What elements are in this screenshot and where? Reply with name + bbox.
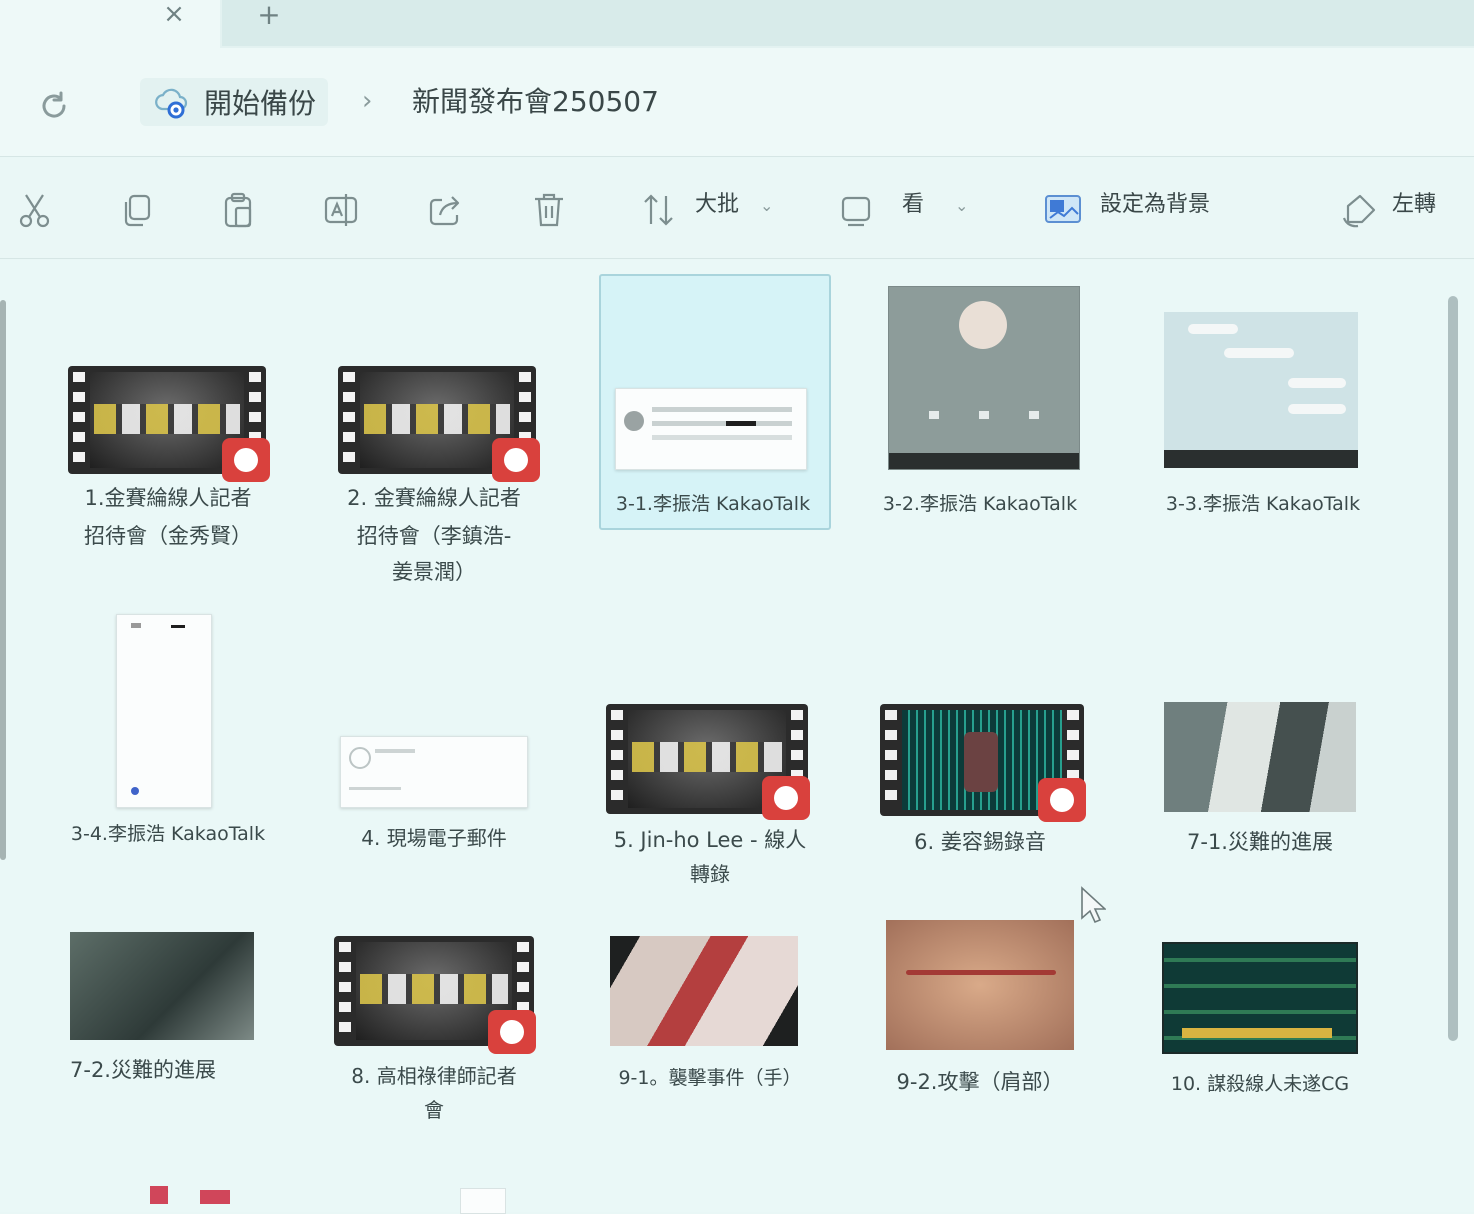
file-item[interactable]: 6. 姜容錫錄音	[860, 700, 1100, 870]
file-name: 招待會（金秀賢）	[84, 524, 252, 548]
file-name: 會	[424, 1098, 444, 1122]
delete-icon[interactable]	[530, 190, 568, 230]
video-thumbnail	[880, 704, 1086, 822]
image-thumbnail	[888, 286, 1080, 470]
file-name: 2. 金賽綸線人記者	[347, 486, 521, 510]
file-name: 姜景潤）	[392, 560, 476, 584]
file-item[interactable]: 3-3.李振浩 KakaoTalk	[1140, 280, 1386, 520]
view-chevron-down-icon[interactable]: ⌄	[955, 196, 968, 215]
video-thumbnail	[68, 366, 270, 482]
navigation-pane-edge	[0, 300, 6, 860]
image-thumbnail	[150, 1186, 168, 1204]
media-player-badge-icon	[762, 776, 810, 820]
file-item[interactable]: 4. 現場電子郵件	[306, 700, 562, 860]
set-background-button-label[interactable]: 設定為背景	[1100, 190, 1210, 220]
file-name: 5. Jin-ho Lee - 線人	[613, 828, 807, 852]
tab-strip-background	[222, 0, 1474, 46]
image-thumbnail	[1164, 312, 1358, 468]
file-item[interactable]: 3-2.李振浩 KakaoTalk	[860, 280, 1100, 520]
refresh-icon[interactable]	[38, 90, 70, 122]
image-thumbnail	[886, 920, 1074, 1050]
file-item-selected[interactable]: 3-1.李振浩 KakaoTalk	[599, 274, 827, 526]
rotate-left-icon[interactable]	[1340, 190, 1378, 230]
image-thumbnail	[340, 736, 528, 808]
sort-icon[interactable]	[640, 190, 678, 230]
view-icon[interactable]	[838, 190, 876, 230]
file-name: 3-1.李振浩 KakaoTalk	[615, 493, 811, 515]
file-item[interactable]	[140, 1180, 260, 1212]
media-player-badge-icon	[222, 438, 270, 482]
breadcrumb-root[interactable]: 開始備份	[140, 78, 329, 126]
file-item[interactable]: 9-2.攻擊（肩部）	[860, 916, 1100, 1106]
close-tab-icon[interactable]: ×	[160, 0, 188, 30]
paste-icon[interactable]	[220, 190, 258, 230]
video-thumbnail	[338, 366, 540, 482]
file-item[interactable]: 1.金賽綸線人記者 招待會（金秀賢）	[40, 360, 296, 560]
set-background-icon[interactable]	[1044, 190, 1084, 230]
media-player-badge-icon	[488, 1010, 536, 1054]
media-player-badge-icon	[1038, 778, 1086, 822]
breadcrumb-root-label: 開始備份	[204, 87, 317, 120]
tab-strip: × +	[0, 0, 1474, 48]
sort-chevron-down-icon[interactable]: ⌄	[760, 196, 773, 215]
file-name: 招待會（李鎮浩-	[356, 524, 512, 548]
file-name: 3-2.李振浩 KakaoTalk	[882, 493, 1078, 515]
file-item[interactable]: 3-4.李振浩 KakaoTalk	[40, 608, 296, 848]
media-player-badge-icon	[492, 438, 540, 482]
image-thumbnail	[200, 1190, 230, 1204]
cloud-backup-icon	[155, 88, 188, 119]
file-item[interactable]: 5. Jin-ho Lee - 線人 轉錄	[590, 700, 830, 900]
breadcrumb-separator: ›	[362, 86, 373, 116]
file-item[interactable]: 7-1.災難的進展	[1140, 700, 1380, 870]
file-item[interactable]	[380, 1186, 510, 1214]
file-name: 9-2.攻擊（肩部）	[896, 1070, 1064, 1094]
rename-icon[interactable]	[322, 190, 360, 230]
file-name: 7-1.災難的進展	[1187, 830, 1333, 854]
file-name: 3-4.李振浩 KakaoTalk	[70, 823, 266, 845]
file-item[interactable]: 7-2.災難的進展	[40, 930, 286, 1100]
file-item[interactable]: 2. 金賽綸線人記者 招待會（李鎮浩- 姜景潤）	[306, 360, 562, 600]
file-name: 6. 姜容錫錄音	[914, 830, 1046, 854]
video-thumbnail	[334, 936, 536, 1054]
file-name: 10. 謀殺線人未遂CG	[1170, 1073, 1350, 1095]
image-thumbnail	[1162, 942, 1358, 1054]
sort-button-label[interactable]: 大批	[695, 190, 739, 220]
file-name: 4. 現場電子郵件	[361, 826, 507, 850]
image-thumbnail	[615, 388, 807, 470]
file-item[interactable]: 9-1。襲擊事件（手）	[590, 930, 830, 1100]
mouse-cursor-icon	[1081, 886, 1106, 924]
image-thumbnail	[610, 936, 798, 1046]
view-button-label[interactable]: 看	[902, 190, 924, 220]
cut-icon[interactable]	[16, 190, 54, 230]
file-name: 9-1。襲擊事件（手）	[618, 1067, 802, 1089]
image-thumbnail	[116, 614, 212, 808]
file-name: 3-3.李振浩 KakaoTalk	[1165, 493, 1361, 515]
file-item[interactable]: 8. 高相祿律師記者 會	[306, 930, 562, 1130]
copy-icon[interactable]	[118, 190, 156, 230]
new-tab-icon[interactable]: +	[255, 0, 283, 30]
breadcrumb-current[interactable]: 新聞發布會250507	[412, 80, 659, 120]
file-item[interactable]: 10. 謀殺線人未遂CG	[1140, 940, 1380, 1110]
file-name: 1.金賽綸線人記者	[84, 486, 252, 510]
rotate-left-button-label[interactable]: 左轉	[1392, 190, 1436, 220]
file-name: 8. 高相祿律師記者	[351, 1064, 517, 1088]
share-icon[interactable]	[426, 190, 464, 230]
file-name: 7-2.災難的進展	[70, 1058, 216, 1082]
vertical-scrollbar[interactable]	[1448, 296, 1458, 1041]
image-thumbnail	[1164, 702, 1356, 812]
file-name: 轉錄	[690, 862, 730, 886]
image-thumbnail	[70, 932, 254, 1040]
video-thumbnail	[606, 704, 810, 820]
image-thumbnail	[460, 1188, 506, 1214]
